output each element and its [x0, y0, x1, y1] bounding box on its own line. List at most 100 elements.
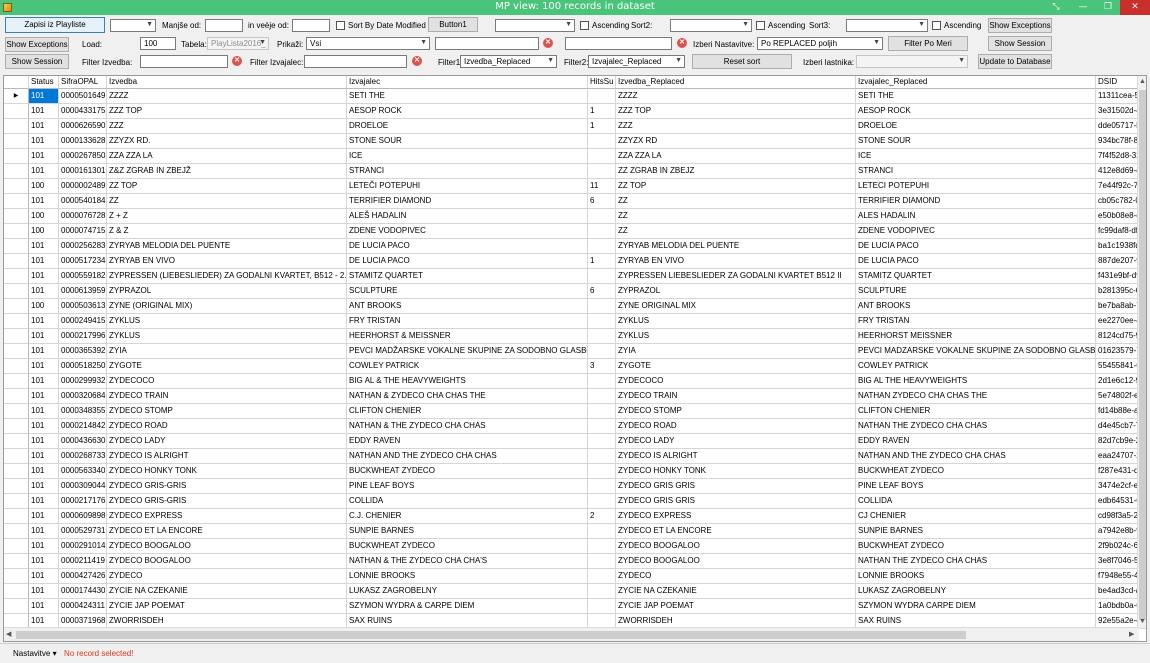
row-header[interactable] — [4, 164, 29, 179]
cell-status[interactable]: 100 — [29, 299, 59, 314]
scroll-up-icon[interactable]: ▲ — [1139, 78, 1146, 85]
cell-hitssu[interactable] — [588, 539, 616, 554]
cell-izvedba[interactable]: ZZZ TOP — [107, 104, 347, 119]
cell-izvajalec-replaced[interactable]: ZDENE VODOPIVEC — [856, 224, 1096, 239]
cell-sifraopal[interactable]: 0000613959 — [59, 284, 107, 299]
row-header[interactable] — [4, 494, 29, 509]
cell-izvajalec[interactable]: EDDY RAVEN — [347, 434, 588, 449]
row-header[interactable] — [4, 314, 29, 329]
cell-izvajalec[interactable]: CLIFTON CHENIER — [347, 404, 588, 419]
table-row[interactable]: 101 0000540184 ZZ TERRIFIER DIAMOND 6 ZZ TERRI… — [4, 194, 1146, 209]
row-header[interactable] — [4, 209, 29, 224]
button1[interactable]: Button1 — [428, 17, 478, 32]
cell-hitssu[interactable] — [588, 584, 616, 599]
filter1-select[interactable]: Izvedba_Replaced ▼ — [460, 55, 557, 68]
cell-izvedba-replaced[interactable]: ZZ — [616, 194, 856, 209]
table-row[interactable]: 101 0000214842 ZYDECO ROAD NATHAN & THE ZYD… — [4, 419, 1146, 434]
cell-izvedba-replaced[interactable]: ZYGOTE — [616, 359, 856, 374]
cell-sifraopal[interactable]: 0000427426 — [59, 569, 107, 584]
show-exceptions-button[interactable]: Show Exceptions — [5, 37, 69, 52]
cell-izvajalec-replaced[interactable]: HEERHORST MEISSNER — [856, 329, 1096, 344]
cell-sifraopal[interactable]: 0000309044 — [59, 479, 107, 494]
row-header[interactable] — [4, 134, 29, 149]
cell-izvedba-replaced[interactable]: ZYDECO LADY — [616, 434, 856, 449]
cell-izvedba[interactable]: ZZYZX RD. — [107, 134, 347, 149]
cell-hitssu[interactable] — [588, 479, 616, 494]
cell-sifraopal[interactable]: 0000217176 — [59, 494, 107, 509]
cell-izvajalec-replaced[interactable]: SUNPIE BARNES — [856, 524, 1096, 539]
cell-izvedba[interactable]: ZYKLUS — [107, 329, 347, 344]
table-row[interactable]: 101 0000518250 ZYGOTE COWLEY PATRICK 3 ZYGOTE… — [4, 359, 1146, 374]
cell-izvajalec-replaced[interactable]: ICE — [856, 149, 1096, 164]
cell-izvedba-replaced[interactable]: ZYDECO GRIS GRIS — [616, 494, 856, 509]
cell-izvajalec-replaced[interactable]: DE LUCIA PACO — [856, 254, 1096, 269]
cell-izvedba[interactable]: ZYGOTE — [107, 359, 347, 374]
cell-izvajalec-replaced[interactable]: DE LUCIA PACO — [856, 239, 1096, 254]
cell-sifraopal[interactable]: 0000517234 — [59, 254, 107, 269]
cell-izvedba-replaced[interactable]: ZZZ — [616, 119, 856, 134]
cell-hitssu[interactable]: 2 — [588, 509, 616, 524]
row-header[interactable] — [4, 389, 29, 404]
cell-sifraopal[interactable]: 0000002489 — [59, 179, 107, 194]
cell-izvajalec[interactable]: PEVCI MADŽARSKE VOKALNE SKUPINE ZA SODOB… — [347, 344, 588, 359]
cell-izvedba[interactable]: ZYPRESSEN (LIEBESLIEDER) ZA GODALNI KVAR… — [107, 269, 347, 284]
cell-izvedba-replaced[interactable]: ZYDECO ROAD — [616, 419, 856, 434]
scroll-right-icon[interactable]: ▶ — [1129, 630, 1134, 638]
row-header[interactable] — [4, 239, 29, 254]
cell-izvedba-replaced[interactable]: ZYKLUS — [616, 314, 856, 329]
sort3-select[interactable]: ▼ — [846, 19, 928, 32]
cell-izvedba-replaced[interactable]: ZYDECO ET LA ENCORE — [616, 524, 856, 539]
cell-hitssu[interactable] — [588, 329, 616, 344]
cell-izvajalec[interactable]: ICE — [347, 149, 588, 164]
cell-status[interactable]: 101 — [29, 434, 59, 449]
cell-izvedba[interactable]: ZYRYAB MELODIA DEL PUENTE — [107, 239, 347, 254]
cell-sifraopal[interactable]: 0000433175 — [59, 104, 107, 119]
cell-izvajalec-replaced[interactable]: BUCKWHEAT ZYDECO — [856, 464, 1096, 479]
cell-status[interactable]: 101 — [29, 464, 59, 479]
cell-sifraopal[interactable]: 0000299932 — [59, 374, 107, 389]
cell-sifraopal[interactable]: 0000174430 — [59, 584, 107, 599]
cell-izvedba[interactable]: ZZZZ — [107, 89, 347, 104]
row-header[interactable] — [4, 509, 29, 524]
cell-izvajalec-replaced[interactable]: TERRIFIER DIAMOND — [856, 194, 1096, 209]
sort2-select[interactable]: ▼ — [670, 19, 752, 32]
cell-izvajalec[interactable]: NATHAN & THE ZYDECO CHA CHA'S — [347, 554, 588, 569]
cell-izvedba-replaced[interactable]: ZYPRESSEN LIEBESLIEDER ZA GODALNI KVARTE… — [616, 269, 856, 284]
table-row[interactable]: 101 0000320684 ZYDECO TRAIN NATHAN & ZYDECO… — [4, 389, 1146, 404]
cell-hitssu[interactable] — [588, 554, 616, 569]
cell-izvajalec[interactable]: SZYMON WYDRA & CARPE DIEM — [347, 599, 588, 614]
cell-status[interactable]: 101 — [29, 89, 59, 104]
column-header-izvajalec[interactable]: Izvajalec — [347, 76, 588, 89]
cell-hitssu[interactable]: 11 — [588, 179, 616, 194]
table-row[interactable]: 100 0000076728 Z + Z ALEŠ HADALIN ZZ ALES HAD… — [4, 209, 1146, 224]
cell-izvedba-replaced[interactable]: ZZYZX RD — [616, 134, 856, 149]
row-header[interactable] — [4, 599, 29, 614]
cell-izvajalec[interactable]: NATHAN & ZYDECO CHA CHAS THE — [347, 389, 588, 404]
cell-izvajalec[interactable]: STONE SOUR — [347, 134, 588, 149]
table-row[interactable]: 101 0000249415 ZYKLUS FRY TRISTAN ZYKLUS FRY … — [4, 314, 1146, 329]
cell-hitssu[interactable] — [588, 494, 616, 509]
table-row[interactable]: 101 0000626590 ZZZ DROELOE 1 ZZZ DROELOE dde057… — [4, 119, 1146, 134]
cell-izvajalec-replaced[interactable]: STRANCI — [856, 164, 1096, 179]
cell-sifraopal[interactable]: 0000365392 — [59, 344, 107, 359]
cell-sifraopal[interactable]: 0000320684 — [59, 389, 107, 404]
row-header[interactable] — [4, 554, 29, 569]
nastavitve-menu[interactable]: Nastavitve ▾ — [13, 649, 57, 658]
cell-izvajalec[interactable]: DE LUCIA PACO — [347, 239, 588, 254]
cell-izvajalec-replaced[interactable]: NATHAN ZYDECO CHA CHAS THE — [856, 389, 1096, 404]
cell-izvajalec[interactable]: STAMITZ QUARTET — [347, 269, 588, 284]
row-header[interactable] — [4, 224, 29, 239]
cell-izvedba[interactable]: ZYDECO IS ALRIGHT — [107, 449, 347, 464]
cell-izvedba[interactable]: ZYDECO EXPRESS — [107, 509, 347, 524]
cell-izvajalec[interactable]: ZDENE VODOPIVEC — [347, 224, 588, 239]
prikazi-select[interactable]: Vsi ▼ — [306, 37, 430, 50]
cell-izvedba[interactable]: ZYDECOCO — [107, 374, 347, 389]
cell-izvajalec[interactable]: COWLEY PATRICK — [347, 359, 588, 374]
cell-hitssu[interactable] — [588, 599, 616, 614]
cell-sifraopal[interactable]: 0000256283 — [59, 239, 107, 254]
cell-izvajalec-replaced[interactable]: CJ CHENIER — [856, 509, 1096, 524]
cell-izvedba[interactable]: ZZ — [107, 194, 347, 209]
cell-izvajalec[interactable]: ANT BROOKS — [347, 299, 588, 314]
cell-izvajalec-replaced[interactable]: NATHAN THE ZYDECO CHA CHAS — [856, 419, 1096, 434]
table-row[interactable]: 101 0000348355 ZYDECO STOMP CLIFTON CHENIER… — [4, 404, 1146, 419]
